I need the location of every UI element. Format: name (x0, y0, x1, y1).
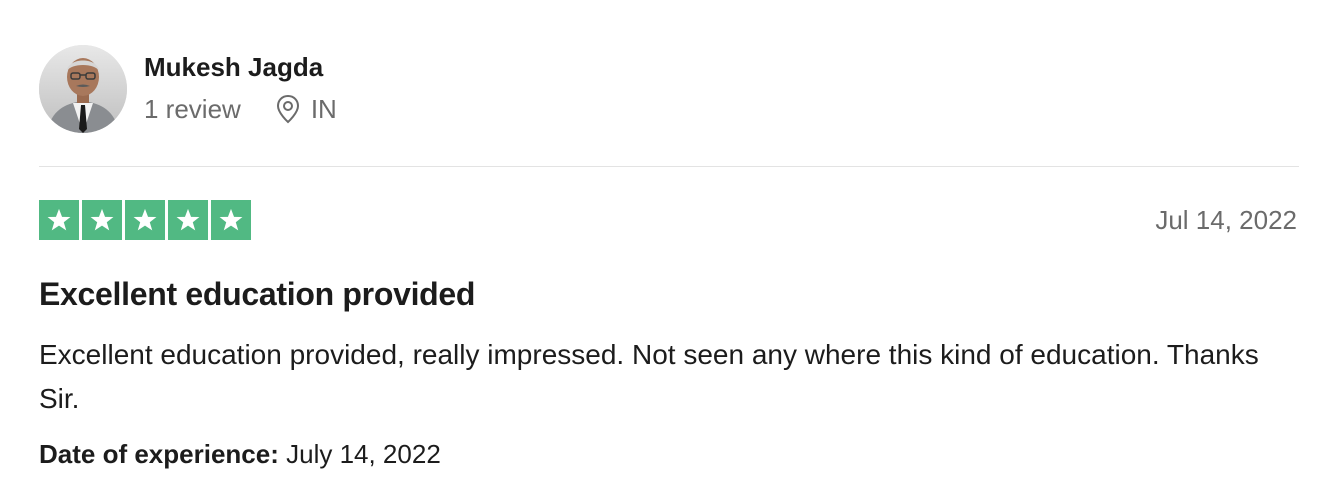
experience-label: Date of experience: (39, 439, 279, 469)
star-icon (82, 200, 122, 240)
avatar[interactable] (39, 45, 127, 133)
reviewer-info: Mukesh Jagda 1 review IN (144, 52, 337, 124)
review-count: 1 review (144, 94, 241, 124)
star-rating (39, 200, 251, 240)
location-pin-icon (276, 94, 299, 124)
star-icon (168, 200, 208, 240)
date-of-experience: Date of experience: July 14, 2022 (39, 436, 441, 472)
star-icon (125, 200, 165, 240)
review-body: Excellent education provided, really imp… (39, 339, 1259, 414)
reviewer-header: Mukesh Jagda 1 review IN (39, 45, 337, 133)
location-code: IN (310, 94, 337, 124)
reviewer-meta: 1 review IN (144, 94, 337, 124)
avatar-image (39, 45, 127, 133)
review-date: Jul 14, 2022 (1155, 205, 1297, 235)
review-card: Mukesh Jagda 1 review IN Jul 14, 2022 Ex… (0, 0, 1338, 494)
divider (39, 166, 1299, 167)
experience-date: July 14, 2022 (286, 439, 441, 469)
reviewer-name[interactable]: Mukesh Jagda (144, 52, 337, 82)
review-title[interactable]: Excellent education provided (39, 274, 475, 314)
reviewer-location: IN (275, 94, 337, 124)
star-icon (211, 200, 251, 240)
star-icon (39, 200, 79, 240)
